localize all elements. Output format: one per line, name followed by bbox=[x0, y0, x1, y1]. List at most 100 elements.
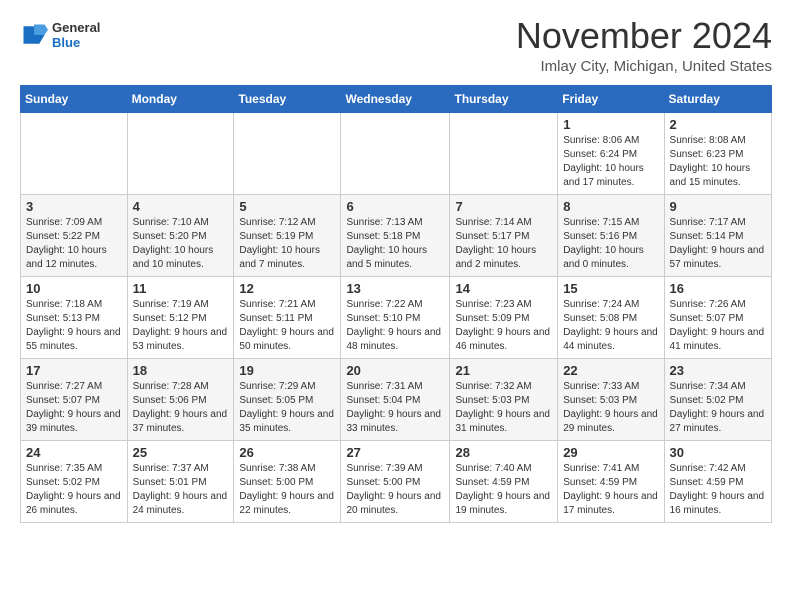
calendar-header: SundayMondayTuesdayWednesdayThursdayFrid… bbox=[21, 85, 772, 112]
calendar-day bbox=[127, 112, 234, 194]
location: Imlay City, Michigan, United States bbox=[516, 58, 772, 75]
day-number: 15 bbox=[563, 281, 658, 296]
month-title: November 2024 bbox=[516, 16, 772, 56]
day-number: 16 bbox=[670, 281, 766, 296]
day-number: 8 bbox=[563, 199, 658, 214]
calendar-week-1: 1 Sunrise: 8:06 AMSunset: 6:24 PMDaylight… bbox=[21, 112, 772, 194]
day-number: 30 bbox=[670, 445, 766, 460]
calendar-day: 3 Sunrise: 7:09 AMSunset: 5:22 PMDaylight… bbox=[21, 194, 128, 276]
day-number: 17 bbox=[26, 363, 122, 378]
day-number: 14 bbox=[455, 281, 552, 296]
calendar-day: 14 Sunrise: 7:23 AMSunset: 5:09 PMDayligh… bbox=[450, 276, 558, 358]
weekday-header-wednesday: Wednesday bbox=[341, 85, 450, 112]
day-info: Sunrise: 7:24 AMSunset: 5:08 PMDaylight:… bbox=[563, 298, 658, 354]
day-info: Sunrise: 7:19 AMSunset: 5:12 PMDaylight:… bbox=[133, 298, 229, 354]
calendar-body: 1 Sunrise: 8:06 AMSunset: 6:24 PMDaylight… bbox=[21, 112, 772, 522]
title-block: November 2024 Imlay City, Michigan, Unit… bbox=[516, 16, 772, 75]
day-number: 19 bbox=[239, 363, 335, 378]
day-info: Sunrise: 7:35 AMSunset: 5:02 PMDaylight:… bbox=[26, 462, 122, 518]
calendar-day: 25 Sunrise: 7:37 AMSunset: 5:01 PMDayligh… bbox=[127, 440, 234, 522]
calendar-day: 12 Sunrise: 7:21 AMSunset: 5:11 PMDayligh… bbox=[234, 276, 341, 358]
day-number: 26 bbox=[239, 445, 335, 460]
day-info: Sunrise: 7:13 AMSunset: 5:18 PMDaylight:… bbox=[346, 216, 444, 272]
weekday-header-tuesday: Tuesday bbox=[234, 85, 341, 112]
day-number: 13 bbox=[346, 281, 444, 296]
day-number: 5 bbox=[239, 199, 335, 214]
day-info: Sunrise: 7:27 AMSunset: 5:07 PMDaylight:… bbox=[26, 380, 122, 436]
calendar-week-5: 24Sunrise: 7:35 AMSunset: 5:02 PMDayligh… bbox=[21, 440, 772, 522]
calendar-day bbox=[21, 112, 128, 194]
day-info: Sunrise: 7:21 AMSunset: 5:11 PMDaylight:… bbox=[239, 298, 335, 354]
day-info: Sunrise: 7:39 AMSunset: 5:00 PMDaylight:… bbox=[346, 462, 444, 518]
day-number: 18 bbox=[133, 363, 229, 378]
day-number: 4 bbox=[133, 199, 229, 214]
day-info: Sunrise: 8:08 AMSunset: 6:23 PMDaylight:… bbox=[670, 134, 766, 190]
logo-general-text: General bbox=[52, 20, 100, 35]
calendar-day: 16 Sunrise: 7:26 AMSunset: 5:07 PMDayligh… bbox=[664, 276, 771, 358]
day-info: Sunrise: 7:41 AMSunset: 4:59 PMDaylight:… bbox=[563, 462, 658, 518]
calendar-day: 21 Sunrise: 7:32 AMSunset: 5:03 PMDayligh… bbox=[450, 358, 558, 440]
day-number: 27 bbox=[346, 445, 444, 460]
day-info: Sunrise: 7:34 AMSunset: 5:02 PMDaylight:… bbox=[670, 380, 766, 436]
weekday-header-friday: Friday bbox=[558, 85, 664, 112]
day-number: 6 bbox=[346, 199, 444, 214]
calendar-day: 8 Sunrise: 7:15 AMSunset: 5:16 PMDaylight… bbox=[558, 194, 664, 276]
day-info: Sunrise: 7:18 AMSunset: 5:13 PMDaylight:… bbox=[26, 298, 122, 354]
calendar-day bbox=[341, 112, 450, 194]
day-info: Sunrise: 7:42 AMSunset: 4:59 PMDaylight:… bbox=[670, 462, 766, 518]
logo-icon bbox=[20, 21, 48, 49]
calendar-day: 22Sunrise: 7:33 AMSunset: 5:03 PMDayligh… bbox=[558, 358, 664, 440]
day-number: 10 bbox=[26, 281, 122, 296]
weekday-header-thursday: Thursday bbox=[450, 85, 558, 112]
logo-text-block: General Blue bbox=[52, 20, 100, 50]
calendar-day: 7 Sunrise: 7:14 AMSunset: 5:17 PMDaylight… bbox=[450, 194, 558, 276]
weekday-header-monday: Monday bbox=[127, 85, 234, 112]
day-number: 12 bbox=[239, 281, 335, 296]
day-info: Sunrise: 7:14 AMSunset: 5:17 PMDaylight:… bbox=[455, 216, 552, 272]
calendar-day: 23Sunrise: 7:34 AMSunset: 5:02 PMDayligh… bbox=[664, 358, 771, 440]
calendar-day: 9Sunrise: 7:17 AMSunset: 5:14 PMDaylight… bbox=[664, 194, 771, 276]
calendar-day: 27 Sunrise: 7:39 AMSunset: 5:00 PMDayligh… bbox=[341, 440, 450, 522]
calendar-day: 29Sunrise: 7:41 AMSunset: 4:59 PMDayligh… bbox=[558, 440, 664, 522]
day-number: 3 bbox=[26, 199, 122, 214]
calendar-day: 15 Sunrise: 7:24 AMSunset: 5:08 PMDayligh… bbox=[558, 276, 664, 358]
weekday-header-saturday: Saturday bbox=[664, 85, 771, 112]
calendar-day: 1 Sunrise: 8:06 AMSunset: 6:24 PMDaylight… bbox=[558, 112, 664, 194]
calendar-day: 5 Sunrise: 7:12 AMSunset: 5:19 PMDaylight… bbox=[234, 194, 341, 276]
day-info: Sunrise: 7:09 AMSunset: 5:22 PMDaylight:… bbox=[26, 216, 122, 272]
day-number: 11 bbox=[133, 281, 229, 296]
day-number: 28 bbox=[455, 445, 552, 460]
day-info: Sunrise: 7:37 AMSunset: 5:01 PMDaylight:… bbox=[133, 462, 229, 518]
day-number: 1 bbox=[563, 117, 658, 132]
day-number: 20 bbox=[346, 363, 444, 378]
day-number: 7 bbox=[455, 199, 552, 214]
day-info: Sunrise: 7:38 AMSunset: 5:00 PMDaylight:… bbox=[239, 462, 335, 518]
calendar-day: 4Sunrise: 7:10 AMSunset: 5:20 PMDaylight… bbox=[127, 194, 234, 276]
calendar-day: 20 Sunrise: 7:31 AMSunset: 5:04 PMDayligh… bbox=[341, 358, 450, 440]
day-info: Sunrise: 7:22 AMSunset: 5:10 PMDaylight:… bbox=[346, 298, 444, 354]
day-info: Sunrise: 7:32 AMSunset: 5:03 PMDaylight:… bbox=[455, 380, 552, 436]
weekday-header-sunday: Sunday bbox=[21, 85, 128, 112]
logo: General Blue bbox=[20, 20, 100, 50]
calendar-day: 18Sunrise: 7:28 AMSunset: 5:06 PMDayligh… bbox=[127, 358, 234, 440]
day-info: Sunrise: 7:31 AMSunset: 5:04 PMDaylight:… bbox=[346, 380, 444, 436]
day-info: Sunrise: 7:15 AMSunset: 5:16 PMDaylight:… bbox=[563, 216, 658, 272]
day-info: Sunrise: 7:12 AMSunset: 5:19 PMDaylight:… bbox=[239, 216, 335, 272]
calendar-day: 17 Sunrise: 7:27 AMSunset: 5:07 PMDayligh… bbox=[21, 358, 128, 440]
day-info: Sunrise: 7:26 AMSunset: 5:07 PMDaylight:… bbox=[670, 298, 766, 354]
day-info: Sunrise: 7:33 AMSunset: 5:03 PMDaylight:… bbox=[563, 380, 658, 436]
day-number: 25 bbox=[133, 445, 229, 460]
calendar-day bbox=[234, 112, 341, 194]
calendar-week-4: 17 Sunrise: 7:27 AMSunset: 5:07 PMDayligh… bbox=[21, 358, 772, 440]
day-info: Sunrise: 8:06 AMSunset: 6:24 PMDaylight:… bbox=[563, 134, 658, 190]
day-info: Sunrise: 7:23 AMSunset: 5:09 PMDaylight:… bbox=[455, 298, 552, 354]
calendar-day bbox=[450, 112, 558, 194]
calendar-week-2: 3 Sunrise: 7:09 AMSunset: 5:22 PMDaylight… bbox=[21, 194, 772, 276]
calendar: SundayMondayTuesdayWednesdayThursdayFrid… bbox=[20, 85, 772, 523]
weekday-header-row: SundayMondayTuesdayWednesdayThursdayFrid… bbox=[21, 85, 772, 112]
day-number: 21 bbox=[455, 363, 552, 378]
calendar-day: 30 Sunrise: 7:42 AMSunset: 4:59 PMDayligh… bbox=[664, 440, 771, 522]
calendar-day: 11 Sunrise: 7:19 AMSunset: 5:12 PMDayligh… bbox=[127, 276, 234, 358]
day-info: Sunrise: 7:40 AMSunset: 4:59 PMDaylight:… bbox=[455, 462, 552, 518]
calendar-day: 10 Sunrise: 7:18 AMSunset: 5:13 PMDayligh… bbox=[21, 276, 128, 358]
